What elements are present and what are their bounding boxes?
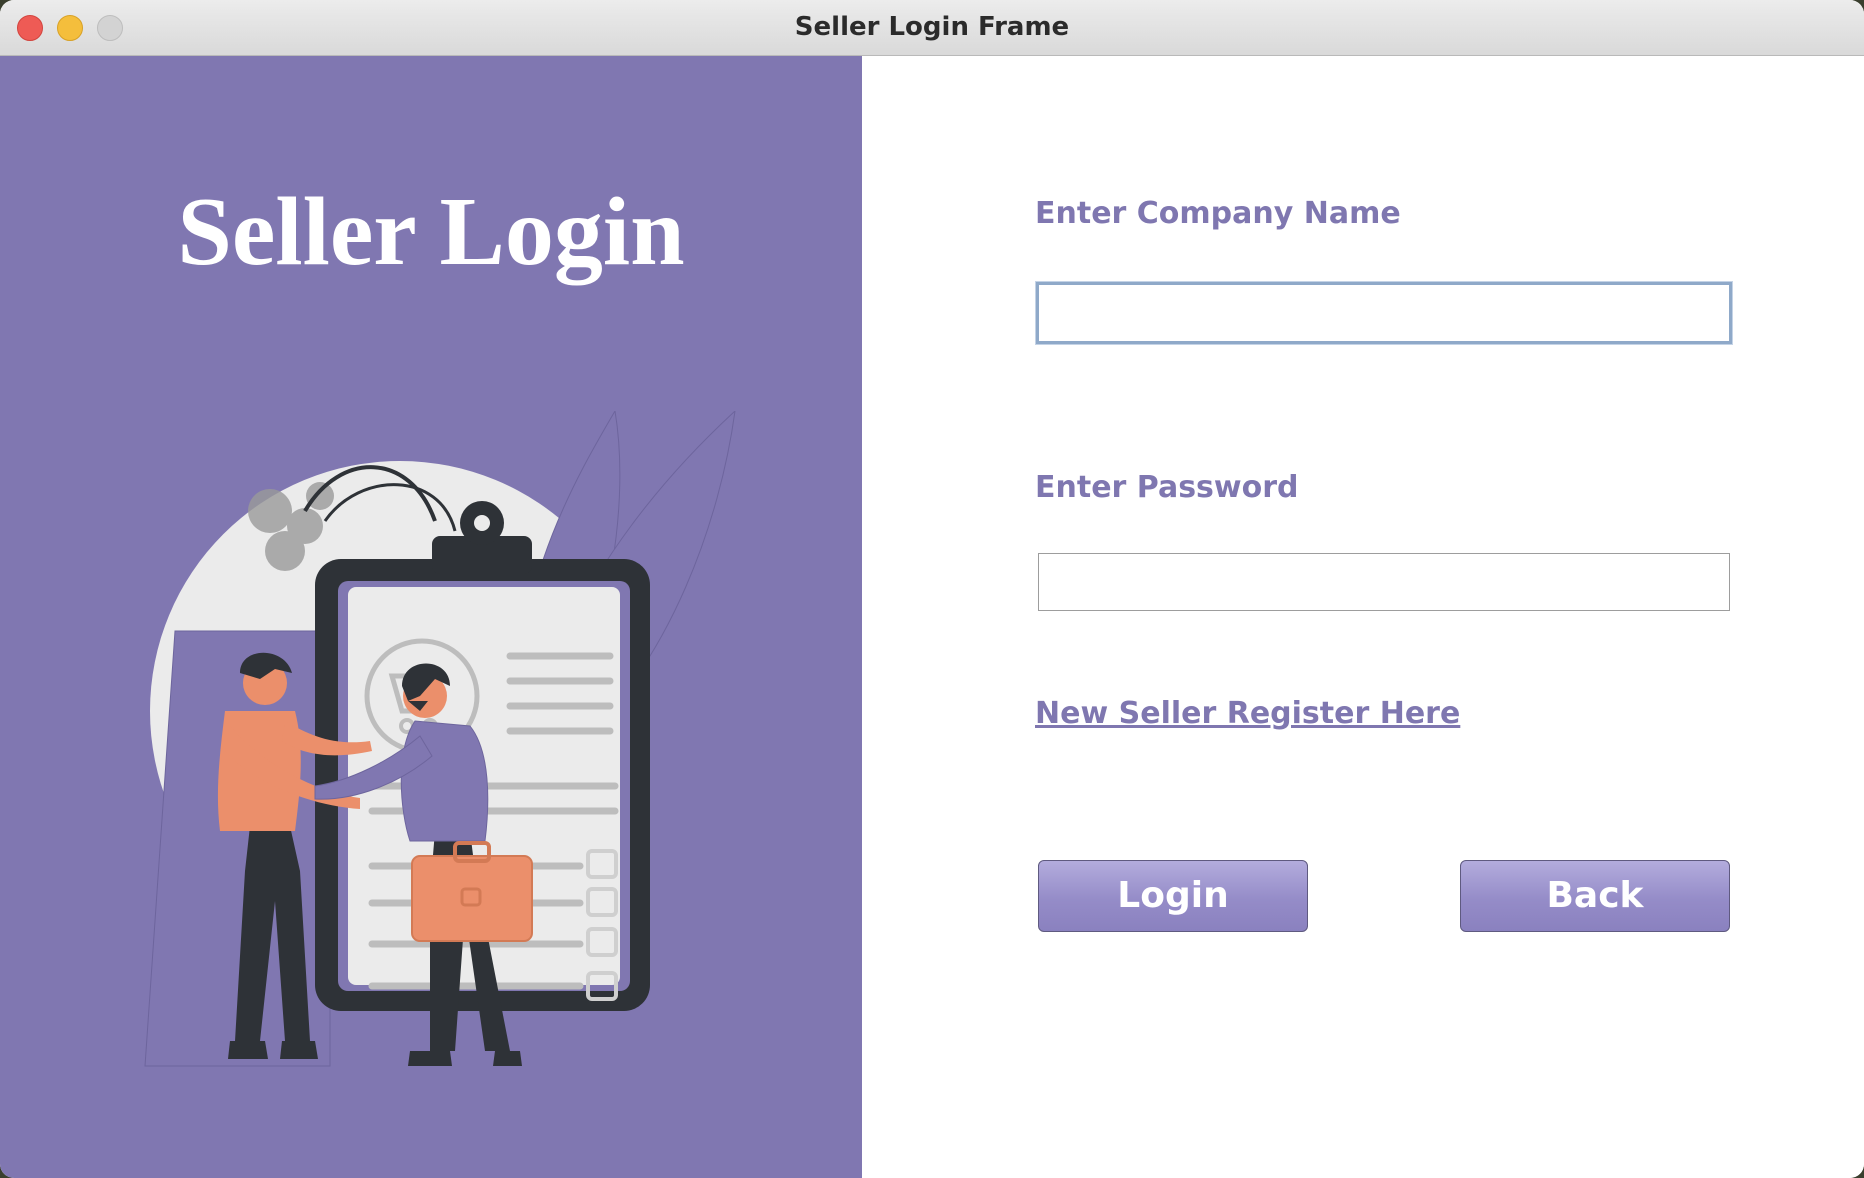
window-title: Seller Login Frame (794, 12, 1070, 42)
company-name-input[interactable] (1036, 282, 1732, 344)
login-form-panel: Enter Company Name Enter Password New Se… (862, 56, 1864, 1178)
login-button[interactable]: Login (1038, 860, 1308, 932)
page-heading: Seller Login (177, 178, 685, 286)
password-input[interactable] (1038, 553, 1730, 611)
register-link[interactable]: New Seller Register Here (1035, 696, 1460, 731)
title-bar: Seller Login Frame (0, 0, 1864, 56)
branding-panel: Seller Login (0, 56, 862, 1178)
company-name-label: Enter Company Name (1035, 196, 1401, 231)
handshake-illustration (144, 411, 736, 1067)
seller-login-window: Seller Login Frame Seller Login Enter Co… (0, 0, 1864, 1178)
back-button[interactable]: Back (1460, 860, 1730, 932)
password-label: Enter Password (1035, 470, 1299, 505)
